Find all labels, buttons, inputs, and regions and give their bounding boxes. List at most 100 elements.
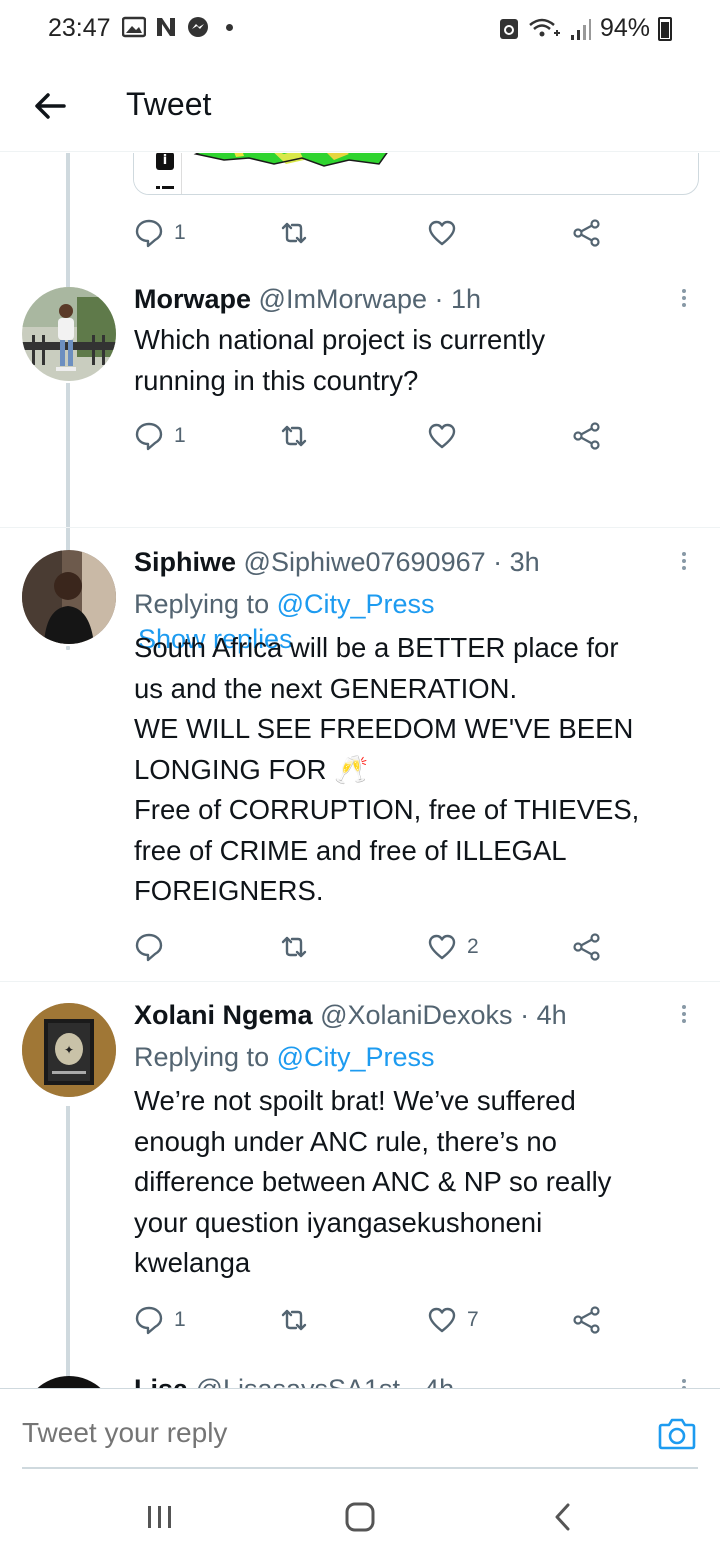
like-count: 2 — [467, 935, 479, 958]
handle[interactable]: @LisasaysSA1st — [196, 1374, 401, 1388]
mention-link[interactable]: @City_Press — [277, 589, 435, 619]
thread-line — [66, 153, 70, 287]
retweet-icon — [281, 1309, 307, 1331]
replying-to: Replying to @City_Press — [134, 1042, 435, 1073]
text-line: difference between ANC & NP so really — [134, 1166, 612, 1197]
battery-percent: 94% — [599, 14, 650, 42]
retweet-icon — [281, 222, 307, 244]
text-line: your question iyangasekushoneni — [134, 1206, 543, 1238]
timestamp: · 4h — [408, 1374, 455, 1388]
heart-icon — [428, 220, 456, 246]
handle[interactable]: @Siphiwe07690967 — [244, 547, 486, 577]
back-nav-icon[interactable] — [544, 1500, 584, 1534]
retweet-button[interactable] — [279, 215, 309, 251]
like-button[interactable] — [427, 215, 457, 251]
home-icon[interactable] — [340, 1500, 380, 1534]
display-name[interactable]: Siphiwe — [134, 547, 236, 577]
share-button[interactable] — [572, 215, 602, 251]
heart-icon — [428, 934, 456, 960]
avatar[interactable]: ✦ — [22, 1003, 116, 1097]
reply-button[interactable]: 1 — [134, 215, 186, 251]
camera-icon[interactable] — [658, 1415, 696, 1451]
heart-icon — [428, 423, 456, 449]
tweet-header: Xolani Ngema @XolaniDexoks · 4h — [134, 1000, 567, 1031]
text-line: Free of CORRUPTION, free of THIEVES, — [134, 794, 640, 825]
retweet-button[interactable] — [279, 418, 309, 454]
list-icon[interactable] — [156, 186, 174, 194]
tweet-text: We’re not spoilt brat! We’ve suffered en… — [134, 1081, 694, 1284]
status-bar: 23:47 94% — [0, 0, 720, 60]
more-options-button[interactable] — [678, 1376, 690, 1388]
share-icon — [573, 219, 600, 247]
avatar[interactable] — [22, 1376, 116, 1388]
tweet-header: Siphiwe @Siphiwe07690967 · 3h — [134, 547, 540, 578]
tweet-actions: 2 — [134, 929, 614, 965]
mention-link[interactable]: @City_Press — [277, 1042, 435, 1072]
wifi-icon — [529, 18, 560, 36]
share-icon — [573, 1306, 600, 1334]
replying-label: Replying to — [134, 1042, 270, 1072]
text-line: us and the next GENERATION. — [134, 672, 518, 704]
more-options-button[interactable] — [678, 549, 690, 579]
recent-apps-icon[interactable] — [140, 1500, 180, 1534]
speech-bubble-icon — [135, 933, 163, 962]
handle[interactable]: @ImMorwape — [259, 284, 427, 314]
timestamp: · 4h — [520, 1000, 567, 1030]
display-name[interactable]: Morwape — [134, 284, 251, 314]
reply-button[interactable]: 1 — [134, 418, 186, 454]
avatar[interactable] — [22, 550, 116, 644]
system-icons: 94% — [498, 14, 672, 43]
share-button[interactable] — [572, 418, 602, 454]
more-notifications-dot — [226, 23, 233, 31]
more-options-button[interactable] — [678, 286, 690, 316]
retweet-icon — [281, 425, 307, 447]
text-line: FOREIGNERS. — [134, 875, 324, 906]
share-icon — [573, 422, 600, 450]
text-line: LONGING FOR 🥂 — [134, 753, 369, 785]
messenger-icon — [188, 17, 208, 37]
share-button[interactable] — [572, 1302, 602, 1338]
like-count: 7 — [467, 1308, 479, 1331]
tweet-header: Morwape @ImMorwape · 1h — [134, 284, 481, 315]
back-arrow-icon[interactable] — [30, 86, 70, 126]
share-icon — [573, 933, 600, 961]
recycle-icon — [499, 18, 518, 39]
like-button[interactable]: 7 — [427, 1302, 479, 1338]
handle[interactable]: @XolaniDexoks — [320, 1000, 513, 1030]
text-line: kwelanga — [134, 1247, 251, 1278]
like-button[interactable] — [427, 418, 457, 454]
tweet-actions: 1 7 — [134, 1302, 614, 1338]
avatar-photo — [22, 550, 116, 644]
text-line: We’re not spoilt brat! We’ve suffered — [134, 1085, 576, 1116]
thread-line — [66, 1106, 70, 1388]
divider — [0, 981, 720, 982]
more-options-button[interactable] — [678, 1002, 690, 1032]
share-button[interactable] — [572, 929, 602, 965]
page-title: Tweet — [126, 86, 212, 122]
reply-button[interactable]: 1 — [134, 1302, 186, 1338]
replying-label: Replying to — [134, 589, 270, 619]
signal-icon — [570, 18, 591, 40]
svg-text:✦: ✦ — [64, 1043, 74, 1057]
like-button[interactable]: 2 — [427, 929, 479, 965]
reply-count: 1 — [174, 221, 186, 244]
reply-input[interactable] — [22, 1417, 582, 1449]
retweet-button[interactable] — [279, 929, 309, 965]
gallery-icon — [122, 16, 146, 38]
tweet-actions: 1 — [134, 418, 614, 454]
battery-icon — [658, 16, 672, 41]
avatar[interactable] — [22, 287, 116, 381]
reply-button[interactable] — [134, 929, 164, 965]
reply-underline — [22, 1467, 698, 1469]
embedded-media-card[interactable]: i — [133, 153, 699, 195]
speech-bubble-icon — [135, 1306, 163, 1335]
info-icon[interactable]: i — [156, 153, 174, 170]
heart-icon — [428, 1307, 456, 1333]
retweet-button[interactable] — [279, 1302, 309, 1338]
text-line: WE WILL SEE FREEDOM WE'VE BEEN — [134, 713, 634, 744]
display-name[interactable]: Lisa — [134, 1374, 188, 1388]
text-line: enough under ANC rule, there’s no — [134, 1125, 557, 1157]
display-name[interactable]: Xolani Ngema — [134, 1000, 313, 1030]
divider — [0, 527, 720, 528]
replying-to: Replying to @City_Press — [134, 589, 435, 620]
